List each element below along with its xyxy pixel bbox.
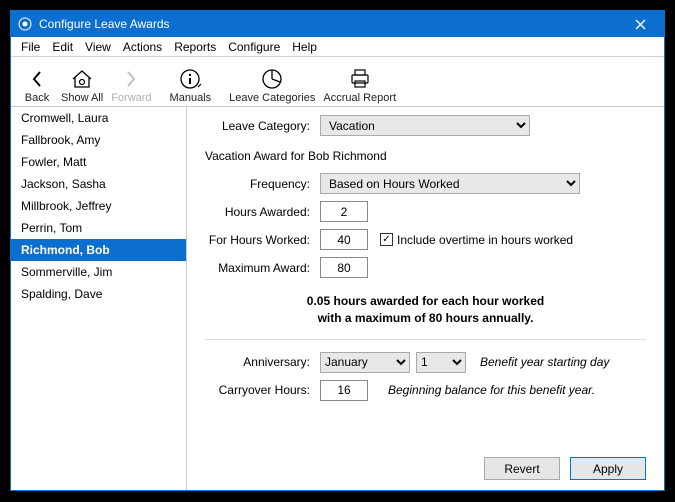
printer-icon (348, 66, 372, 92)
pie-icon (261, 66, 283, 92)
toolbar-leavecat-label: Leave Categories (229, 92, 315, 104)
for-hours-worked-input[interactable] (320, 229, 368, 250)
main-panel: Leave Category: Vacation Vacation Award … (187, 107, 664, 490)
apply-button[interactable]: Apply (570, 457, 646, 480)
carryover-hint: Beginning balance for this benefit year. (388, 383, 595, 397)
summary-line-1: 0.05 hours awarded for each hour worked (205, 293, 646, 310)
toolbar-forward-label: Forward (111, 92, 151, 104)
leave-category-select[interactable]: Vacation (320, 115, 530, 136)
menubar: File Edit View Actions Reports Configure… (11, 37, 664, 57)
section-title: Vacation Award for Bob Richmond (205, 149, 646, 163)
menu-edit[interactable]: Edit (46, 38, 79, 56)
toolbar-leave-categories[interactable]: Leave Categories (225, 58, 319, 106)
sidebar: Cromwell, LauraFallbrook, AmyFowler, Mat… (11, 107, 187, 490)
frequency-select[interactable]: Based on Hours Worked (320, 173, 580, 194)
include-overtime-checkbox[interactable]: ✓ Include overtime in hours worked (380, 233, 573, 247)
sidebar-item[interactable]: Perrin, Tom (11, 217, 186, 239)
toolbar-accrual-report[interactable]: Accrual Report (319, 58, 400, 106)
close-button[interactable] (620, 11, 660, 37)
checkbox-icon: ✓ (380, 233, 393, 246)
frequency-label: Frequency: (205, 177, 320, 191)
carryover-input[interactable] (320, 380, 368, 401)
max-award-input[interactable] (320, 257, 368, 278)
award-summary: 0.05 hours awarded for each hour worked … (205, 293, 646, 327)
menu-reports[interactable]: Reports (168, 38, 222, 56)
sidebar-item[interactable]: Sommerville, Jim (11, 261, 186, 283)
anniversary-hint: Benefit year starting day (480, 355, 609, 369)
hours-awarded-label: Hours Awarded: (205, 205, 320, 219)
sidebar-item[interactable]: Millbrook, Jeffrey (11, 195, 186, 217)
anniversary-day-select[interactable]: 1 (416, 352, 466, 373)
toolbar-manuals[interactable]: Manuals (166, 58, 216, 106)
window-title: Configure Leave Awards (39, 17, 620, 31)
sidebar-item[interactable]: Jackson, Sasha (11, 173, 186, 195)
carryover-label: Carryover Hours: (205, 383, 320, 397)
toolbar-accrual-label: Accrual Report (323, 92, 396, 104)
for-hours-worked-label: For Hours Worked: (205, 233, 320, 247)
toolbar-back[interactable]: Back (17, 58, 57, 106)
max-award-label: Maximum Award: (205, 261, 320, 275)
app-icon (17, 16, 33, 32)
toolbar-back-label: Back (25, 92, 49, 104)
close-icon (635, 19, 646, 30)
menu-file[interactable]: File (15, 38, 46, 56)
sidebar-item[interactable]: Richmond, Bob (11, 239, 186, 261)
info-icon (178, 66, 202, 92)
toolbar-showall-label: Show All (61, 92, 103, 104)
toolbar: Back Show All Forward Manuals (11, 57, 664, 107)
chevron-left-icon (30, 66, 44, 92)
chevron-right-icon (124, 66, 138, 92)
menu-help[interactable]: Help (286, 38, 323, 56)
menu-view[interactable]: View (79, 38, 117, 56)
menu-configure[interactable]: Configure (222, 38, 286, 56)
window: Configure Leave Awards File Edit View Ac… (10, 10, 665, 491)
sidebar-item[interactable]: Fallbrook, Amy (11, 129, 186, 151)
toolbar-manuals-label: Manuals (170, 92, 212, 104)
menu-actions[interactable]: Actions (117, 38, 168, 56)
sidebar-item[interactable]: Fowler, Matt (11, 151, 186, 173)
sidebar-item[interactable]: Spalding, Dave (11, 283, 186, 305)
anniversary-month-select[interactable]: January (320, 352, 410, 373)
anniversary-label: Anniversary: (205, 355, 320, 369)
summary-line-2: with a maximum of 80 hours annually. (205, 310, 646, 327)
toolbar-showall[interactable]: Show All (57, 58, 107, 106)
divider (205, 339, 646, 340)
content: Cromwell, LauraFallbrook, AmyFowler, Mat… (11, 107, 664, 490)
home-icon (70, 66, 94, 92)
toolbar-forward: Forward (107, 58, 155, 106)
titlebar: Configure Leave Awards (11, 11, 664, 37)
button-bar: Revert Apply (484, 457, 646, 480)
leave-category-label: Leave Category: (205, 119, 320, 133)
sidebar-item[interactable]: Cromwell, Laura (11, 107, 186, 129)
include-overtime-label: Include overtime in hours worked (397, 233, 573, 247)
hours-awarded-input[interactable] (320, 201, 368, 222)
revert-button[interactable]: Revert (484, 457, 560, 480)
